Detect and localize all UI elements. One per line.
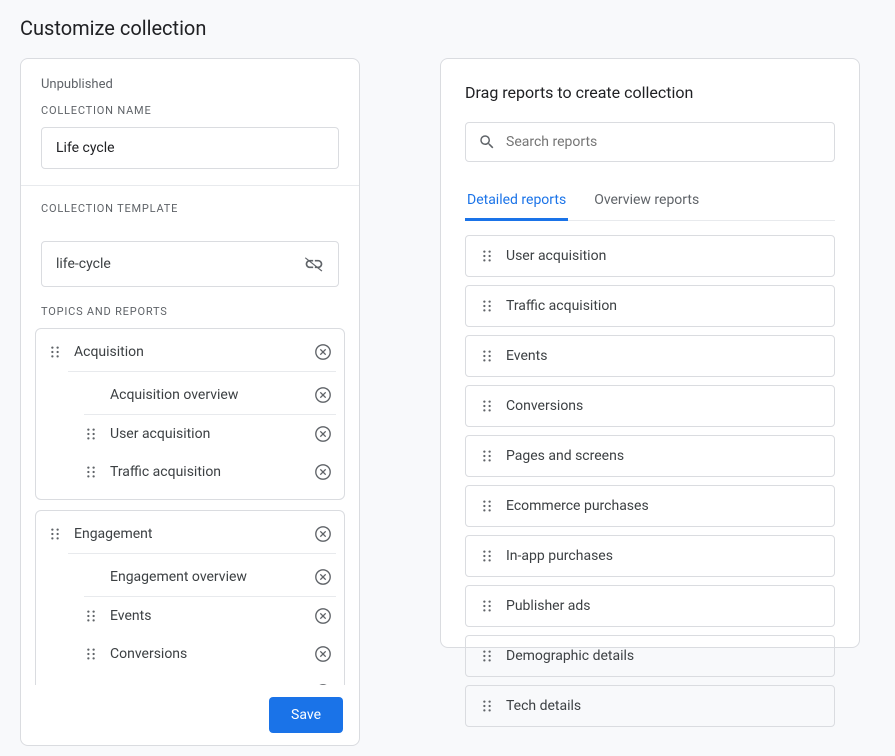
drag-handle-icon[interactable]: [84, 465, 98, 479]
report-label: Acquisition overview: [110, 387, 314, 403]
report-card-label: Conversions: [506, 398, 583, 414]
topic-title: Acquisition: [74, 344, 314, 360]
report-card[interactable]: Ecommerce purchases: [465, 485, 835, 527]
topics-and-reports-label: TOPICS AND REPORTS: [21, 297, 359, 328]
drag-handle-icon[interactable]: [480, 299, 494, 313]
report-card[interactable]: User acquisition: [465, 235, 835, 277]
collection-template-label: COLLECTION TEMPLATE: [21, 186, 359, 225]
topic-header[interactable]: Acquisition: [36, 333, 344, 371]
remove-icon[interactable]: [314, 645, 332, 663]
search-box[interactable]: [465, 122, 835, 162]
topic-card: Acquisition Acquisition overview User acqu…: [35, 328, 345, 500]
remove-icon[interactable]: [314, 425, 332, 443]
report-card-label: Traffic acquisition: [506, 298, 617, 314]
remove-icon[interactable]: [314, 343, 332, 361]
collection-name-label: COLLECTION NAME: [21, 96, 359, 127]
save-button[interactable]: Save: [269, 697, 343, 733]
library-title: Drag reports to create collection: [465, 83, 835, 102]
remove-icon[interactable]: [314, 568, 332, 586]
report-card-label: Tech details: [506, 698, 581, 714]
report-card[interactable]: Events: [465, 335, 835, 377]
drag-handle-icon[interactable]: [480, 399, 494, 413]
save-footer: Save: [21, 685, 359, 745]
search-icon: [478, 133, 496, 151]
collection-template-field[interactable]: life-cycle: [41, 241, 339, 287]
drag-handle-icon[interactable]: [480, 349, 494, 363]
subreports: Acquisition overview User acquisition Traf…: [68, 371, 336, 491]
drag-handle-icon[interactable]: [84, 609, 98, 623]
drag-handle-icon[interactable]: [480, 549, 494, 563]
report-card-label: Ecommerce purchases: [506, 498, 649, 514]
report-card[interactable]: Conversions: [465, 385, 835, 427]
topic-title: Engagement: [74, 526, 314, 542]
drag-handle-icon[interactable]: [84, 647, 98, 661]
report-card-label: User acquisition: [506, 248, 606, 264]
drag-handle-icon[interactable]: [480, 699, 494, 713]
drag-handle-icon[interactable]: [48, 527, 62, 541]
collection-editor-panel: Unpublished COLLECTION NAME COLLECTION T…: [20, 58, 360, 746]
report-card-label: Pages and screens: [506, 448, 624, 464]
report-card[interactable]: Traffic acquisition: [465, 285, 835, 327]
drag-handle-icon[interactable]: [84, 427, 98, 441]
drag-handle-icon[interactable]: [480, 599, 494, 613]
report-card-label: Publisher ads: [506, 598, 591, 614]
report-card[interactable]: Pages and screens: [465, 435, 835, 477]
drag-handle-icon[interactable]: [480, 649, 494, 663]
search-input[interactable]: [506, 134, 822, 150]
report-card-label: Demographic details: [506, 648, 634, 664]
unlink-icon[interactable]: [304, 254, 324, 274]
report-library-panel: Drag reports to create collection Detail…: [440, 58, 860, 648]
remove-icon[interactable]: [314, 463, 332, 481]
report-label: User acquisition: [110, 426, 314, 442]
collection-template-value: life-cycle: [56, 256, 111, 272]
report-row[interactable]: Traffic acquisition: [68, 453, 336, 491]
topic-header[interactable]: Engagement: [36, 515, 344, 553]
report-row[interactable]: User acquisition: [68, 415, 336, 453]
remove-icon[interactable]: [314, 525, 332, 543]
report-list: User acquisition Traffic acquisition Event…: [465, 235, 835, 727]
tab-detailed-reports[interactable]: Detailed reports: [465, 182, 568, 221]
remove-icon[interactable]: [314, 607, 332, 625]
status-label: Unpublished: [21, 59, 359, 96]
report-label: Engagement overview: [110, 569, 314, 585]
drag-handle-icon[interactable]: [48, 345, 62, 359]
report-card[interactable]: In-app purchases: [465, 535, 835, 577]
report-card[interactable]: Tech details: [465, 685, 835, 727]
tab-overview-reports[interactable]: Overview reports: [592, 182, 701, 221]
page-title: Customize collection: [0, 0, 895, 48]
report-row[interactable]: Conversions: [68, 635, 336, 673]
report-row[interactable]: Events: [68, 597, 336, 635]
drag-handle-icon[interactable]: [480, 249, 494, 263]
drag-handle-icon[interactable]: [480, 449, 494, 463]
report-card[interactable]: Demographic details: [465, 635, 835, 677]
overview-report-row[interactable]: Engagement overview: [68, 558, 336, 596]
tabs: Detailed reports Overview reports: [465, 182, 835, 221]
report-label: Conversions: [110, 646, 314, 662]
collection-name-input[interactable]: [41, 127, 339, 169]
remove-icon[interactable]: [314, 386, 332, 404]
topics-scroll[interactable]: Acquisition Acquisition overview User acqu…: [35, 328, 345, 745]
report-card[interactable]: Publisher ads: [465, 585, 835, 627]
report-card-label: Events: [506, 348, 547, 364]
overview-report-row[interactable]: Acquisition overview: [68, 376, 336, 414]
report-card-label: In-app purchases: [506, 548, 613, 564]
report-label: Events: [110, 608, 314, 624]
report-label: Traffic acquisition: [110, 464, 314, 480]
drag-handle-icon[interactable]: [480, 499, 494, 513]
